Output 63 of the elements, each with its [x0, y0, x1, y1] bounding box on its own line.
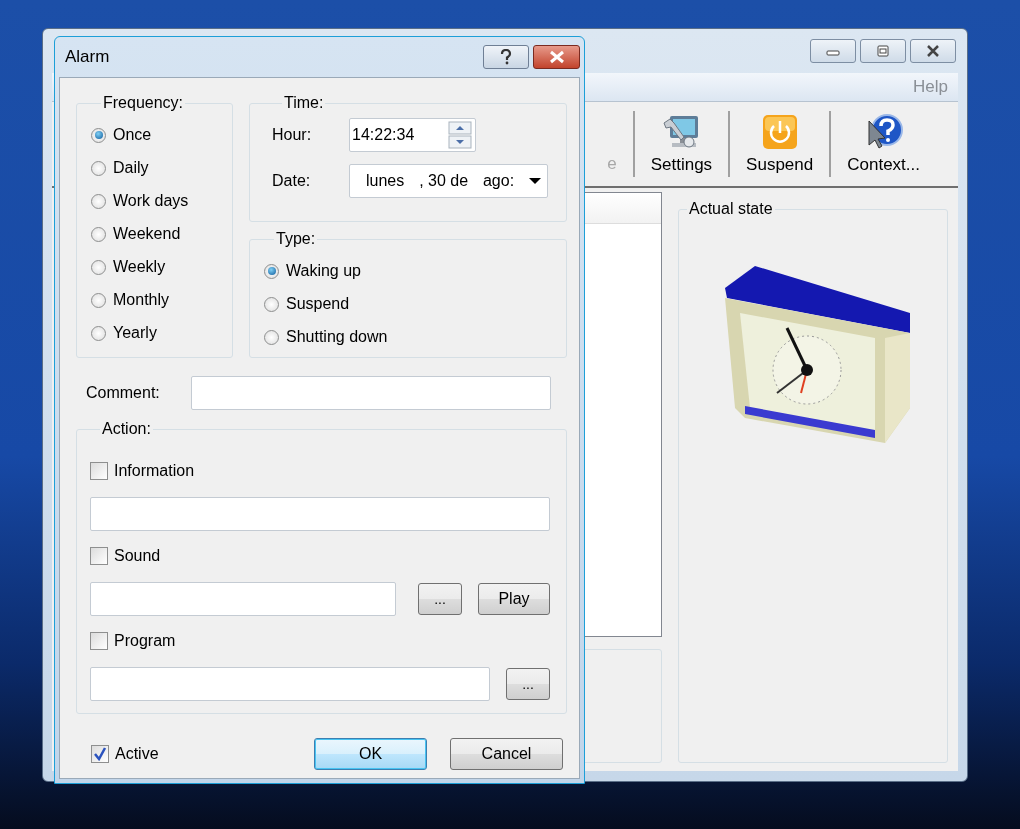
monitor-wrench-icon [662, 113, 701, 151]
close-icon [547, 50, 566, 64]
toolbar-button[interactable]: Suspend [744, 113, 816, 175]
radio-label: Monthly [113, 291, 170, 309]
radio-label: Weekend [113, 225, 181, 243]
help-button[interactable] [483, 45, 529, 69]
group-title: Time: [283, 94, 325, 112]
close-button[interactable] [533, 45, 580, 69]
comment-field[interactable] [191, 376, 551, 410]
radio-label: Weekly [113, 258, 166, 276]
minimize-button[interactable] [810, 39, 856, 63]
browse-button[interactable]: ... [506, 668, 550, 700]
radio-button[interactable] [91, 193, 106, 209]
play-button[interactable]: Play [478, 583, 550, 615]
group-title: Action: [101, 420, 152, 438]
radio-label: Once [113, 126, 152, 144]
radio-label: Yearly [113, 324, 157, 342]
radio-button[interactable] [91, 127, 106, 143]
cancel-button[interactable]: Cancel [450, 738, 563, 770]
date-picker[interactable]: lunes , 30 de ago: [349, 164, 548, 198]
ok-button[interactable]: OK [314, 738, 427, 770]
toolbar-button[interactable]: Context... [845, 113, 922, 175]
caret-icon [529, 177, 541, 185]
question-icon [499, 49, 513, 65]
close-button[interactable] [910, 39, 956, 63]
field-label: Date: [272, 172, 312, 190]
radio-button[interactable] [91, 259, 106, 275]
checkbox-label: Active [115, 745, 159, 763]
radio-button[interactable] [91, 160, 106, 176]
path-field[interactable] [90, 497, 550, 531]
radio-label: Work days [113, 192, 189, 210]
toolbar-button[interactable]: Settings [648, 113, 715, 175]
radio-button[interactable] [264, 263, 279, 279]
browse-button[interactable]: ... [418, 583, 462, 615]
spinner-icon [448, 121, 472, 149]
radio-button[interactable] [264, 329, 279, 345]
checkbox-label: Information [114, 462, 195, 480]
window-title: Alarm [65, 47, 111, 67]
time-field[interactable]: 14:22:34 [349, 118, 476, 152]
radio-label: Suspend [286, 295, 350, 313]
radio-label: Daily [113, 159, 149, 177]
radio-label: Waking up [286, 262, 361, 280]
path-field[interactable] [90, 582, 396, 616]
path-field[interactable] [90, 667, 490, 701]
radio-button[interactable] [91, 325, 106, 341]
panel-title: Actual state [688, 200, 774, 218]
group-title: Type: [275, 230, 317, 248]
field-label: Comment: [86, 384, 161, 402]
radio-button[interactable] [264, 296, 279, 312]
close-icon [925, 45, 941, 57]
checkbox[interactable] [90, 462, 108, 480]
power-icon [760, 113, 799, 151]
field-label: Hour: [272, 126, 313, 144]
radio-button[interactable] [91, 292, 106, 308]
checkbox-label: Program [114, 632, 176, 650]
checkbox[interactable] [90, 547, 108, 565]
checkbox[interactable] [91, 745, 109, 763]
restore-icon [875, 45, 891, 57]
group-title: Frequency: [102, 94, 185, 112]
radio-button[interactable] [91, 226, 106, 242]
radio-label: Shutting down [286, 328, 388, 346]
checkbox[interactable] [90, 632, 108, 650]
checkbox-label: Sound [114, 547, 161, 565]
